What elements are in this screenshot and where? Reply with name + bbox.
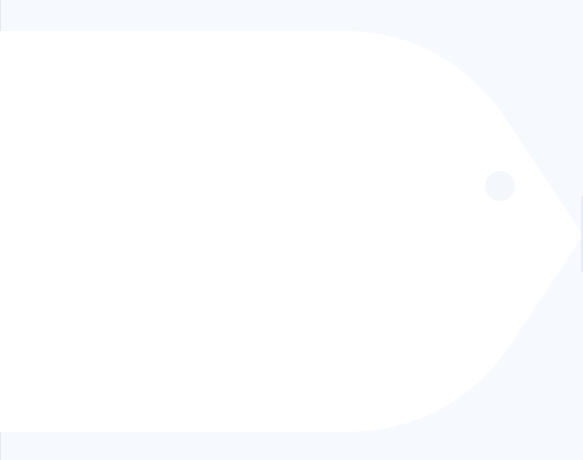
price-tag-icon (0, 31, 583, 432)
tag-body (0, 31, 583, 432)
tag-canvas (0, 0, 583, 460)
tag-hole (485, 171, 515, 201)
